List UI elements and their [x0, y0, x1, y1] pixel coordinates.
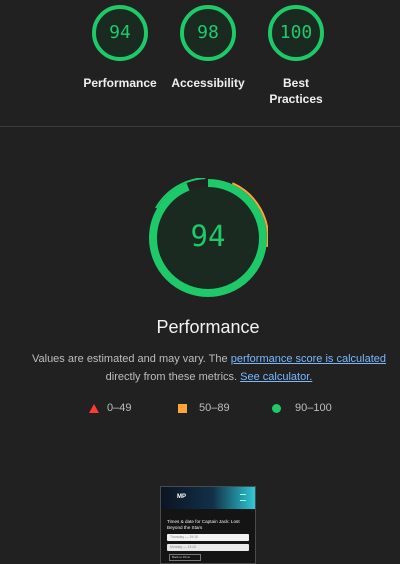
legend-item-fail: 0–49 [89, 402, 131, 414]
performance-score: 94 [190, 219, 226, 253]
legend-item-average: 50–89 [178, 402, 230, 414]
legend-range: 90–100 [295, 402, 332, 414]
legend-range: 0–49 [107, 402, 132, 414]
see-calculator-link[interactable]: See calculator. [240, 371, 312, 383]
thumbnail-logo: MP [177, 494, 186, 500]
disclaimer-text: Values are estimated and may vary. The [31, 353, 231, 365]
legend-range: 50–89 [199, 402, 230, 414]
thumbnail-header: MP [161, 487, 255, 509]
square-average-icon [178, 403, 187, 413]
score-label: Best Practices [244, 75, 348, 107]
score-label-line: Practices [269, 92, 323, 106]
legend-item-pass: 90–100 [272, 402, 332, 414]
category-scores: 94 Performance 98 Accessibility 100 Best… [0, 0, 400, 126]
performance-title: Performance [156, 317, 260, 337]
section-divider [0, 126, 400, 127]
circle-pass-icon [272, 403, 281, 413]
score-value: 100 [279, 22, 313, 43]
menu-icon [240, 494, 246, 501]
score-label-line: Performance [83, 76, 157, 90]
thumbnail-field: Thursday — 19:15 [167, 534, 249, 541]
score-calculated-link[interactable]: performance score is calculated [231, 353, 386, 365]
thumbnail-button: Back to Films [169, 554, 201, 561]
triangle-fail-icon [89, 403, 99, 413]
score-label-line: Best [282, 76, 309, 90]
score-label-line: Accessibility [171, 76, 245, 90]
page-screenshot-thumbnail[interactable]: MP Times & date for Captain Jack: Lost B… [160, 486, 256, 564]
score-legend: 0–49 50–89 90–100 [0, 402, 400, 418]
performance-disclaimer: Values are estimated and may vary. The p… [28, 350, 390, 386]
thumbnail-field: Monday — 13:15 [167, 544, 249, 551]
gauge-best-practices[interactable]: 100 Best Practices [244, 4, 348, 107]
disclaimer-text: directly from these metrics. [105, 371, 241, 383]
thumbnail-title: Times & date for Captain Jack: Lost Beyo… [167, 519, 240, 530]
